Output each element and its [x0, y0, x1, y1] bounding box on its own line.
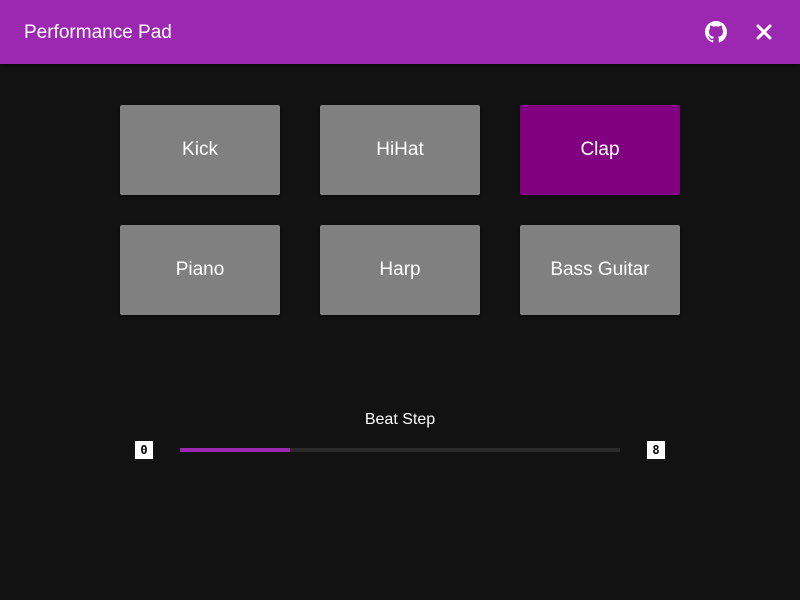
app-bar: Performance Pad	[0, 0, 800, 64]
pad-hihat[interactable]: HiHat	[320, 105, 480, 195]
beat-step-max-label: 8	[647, 441, 665, 459]
pad-kick[interactable]: Kick	[120, 105, 280, 195]
pad-harp[interactable]: Harp	[320, 225, 480, 315]
app-window: Performance Pad Kick HiHat Clap Piano Ha…	[0, 0, 800, 600]
app-title: Performance Pad	[24, 22, 172, 43]
close-icon[interactable]	[752, 20, 776, 44]
pad-piano[interactable]: Piano	[120, 225, 280, 315]
github-icon[interactable]	[704, 20, 728, 44]
beat-step-min-label: 0	[135, 441, 153, 459]
beat-step-label: Beat Step	[364, 411, 436, 428]
pad-clap[interactable]: Clap	[520, 105, 680, 195]
beat-step-slider-fill	[180, 448, 290, 452]
beat-step-slider[interactable]	[180, 448, 620, 452]
pad-bass-guitar[interactable]: Bass Guitar	[520, 225, 680, 315]
